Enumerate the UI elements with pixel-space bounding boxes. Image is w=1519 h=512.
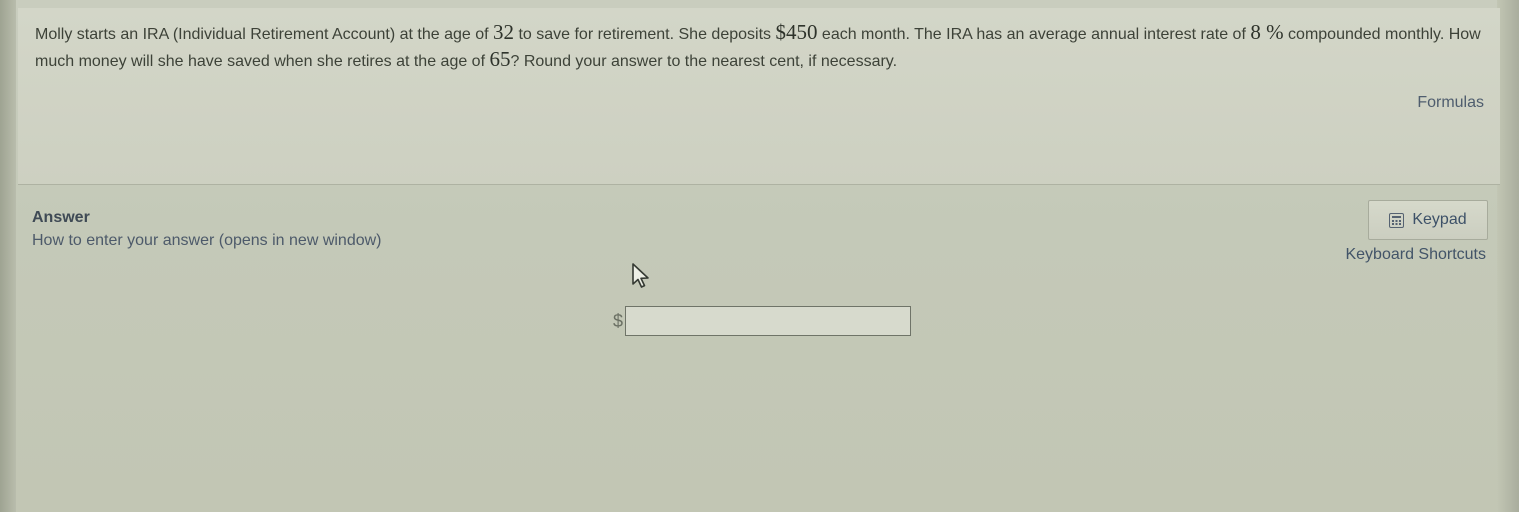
how-to-enter-answer-link[interactable]: How to enter your answer (opens in new w… [32,232,382,250]
left-bezel [0,0,16,512]
answer-row: $ [613,304,912,338]
keypad-icon [1389,212,1405,228]
question-part-2: to save for retirement. She deposits [514,26,776,43]
question-text: Molly starts an IRA (Individual Retireme… [35,20,1485,74]
question-part-1: Molly starts an IRA (Individual Retireme… [35,26,493,43]
question-part-5: ? Round your answer to the nearest cent,… [510,53,898,70]
keypad-button-label: Keypad [1412,211,1467,228]
keyboard-shortcuts-link[interactable]: Keyboard Shortcuts [1345,246,1486,264]
currency-symbol: $ [613,310,624,331]
keypad-button[interactable]: Keypad [1368,200,1488,240]
right-edge [1497,0,1519,512]
interest-rate: 8 % [1250,20,1284,44]
answer-input[interactable] [625,306,912,336]
screen: Molly starts an IRA (Individual Retireme… [0,0,1519,512]
formulas-link[interactable]: Formulas [1417,94,1484,112]
monthly-deposit: $450 [775,20,818,44]
answer-panel: Answer How to enter your answer (opens i… [18,186,1500,512]
starting-age: 32 [493,20,514,44]
retirement-age: 65 [489,47,511,71]
mouse-pointer-icon [630,262,654,292]
answer-heading: Answer [32,209,90,226]
question-part-3: each month. The IRA has an average annua… [817,26,1251,43]
question-panel: Molly starts an IRA (Individual Retireme… [18,8,1500,185]
